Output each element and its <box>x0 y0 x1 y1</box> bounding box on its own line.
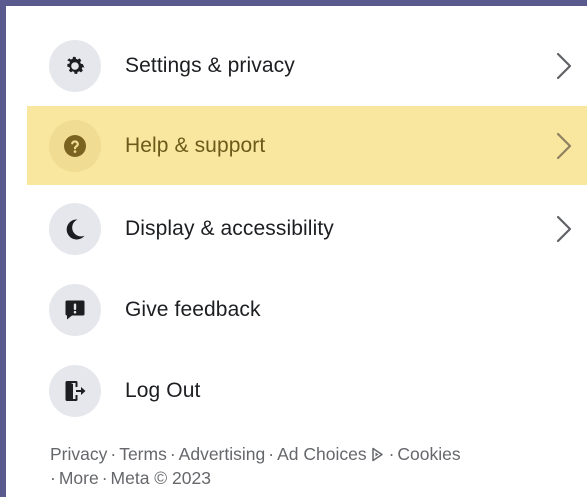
settings-privacy-label: Settings & privacy <box>125 53 295 77</box>
advertising-link[interactable]: Advertising <box>179 444 266 464</box>
privacy-link[interactable]: Privacy <box>50 444 107 464</box>
footer-separator: · <box>50 468 56 488</box>
cookies-link[interactable]: Cookies <box>397 444 460 464</box>
chevron-right-icon <box>556 52 572 79</box>
ad-choices-link[interactable]: Ad Choices <box>277 444 367 464</box>
terms-link[interactable]: Terms <box>119 444 167 464</box>
display-accessibility-item[interactable]: Display & accessibility <box>27 189 587 268</box>
moon-icon <box>49 202 101 255</box>
ad-choices-icon <box>371 447 383 462</box>
help-support-label: Help & support <box>125 133 266 157</box>
settings-privacy-item[interactable]: Settings & privacy <box>27 26 587 105</box>
chevron-right-icon <box>556 215 572 242</box>
give-feedback-item[interactable]: Give feedback <box>27 270 587 349</box>
give-feedback-label: Give feedback <box>125 297 261 321</box>
footer-separator: · <box>169 444 176 464</box>
help-support-item[interactable]: Help & support <box>27 106 587 185</box>
log-out-item[interactable]: Log Out <box>27 351 587 430</box>
footer-separator: · <box>110 444 117 464</box>
chevron-right-icon <box>556 132 572 159</box>
feedback-icon <box>49 283 101 336</box>
footer-separator: · <box>388 444 395 464</box>
gear-icon <box>49 39 101 92</box>
display-accessibility-label: Display & accessibility <box>125 216 334 240</box>
copyright-text: Meta © 2023 <box>110 468 211 488</box>
footer-separator: · <box>101 468 108 488</box>
footer-separator: · <box>268 444 275 464</box>
more-link[interactable]: More <box>59 468 99 488</box>
footer-links: Privacy · Terms · Advertising · Ad Choices · Coo… <box>50 442 580 490</box>
logout-icon <box>49 364 101 417</box>
menu-panel: Settings & privacy Help & support Displa… <box>6 6 587 497</box>
question-icon <box>49 119 101 172</box>
log-out-label: Log Out <box>125 378 201 402</box>
